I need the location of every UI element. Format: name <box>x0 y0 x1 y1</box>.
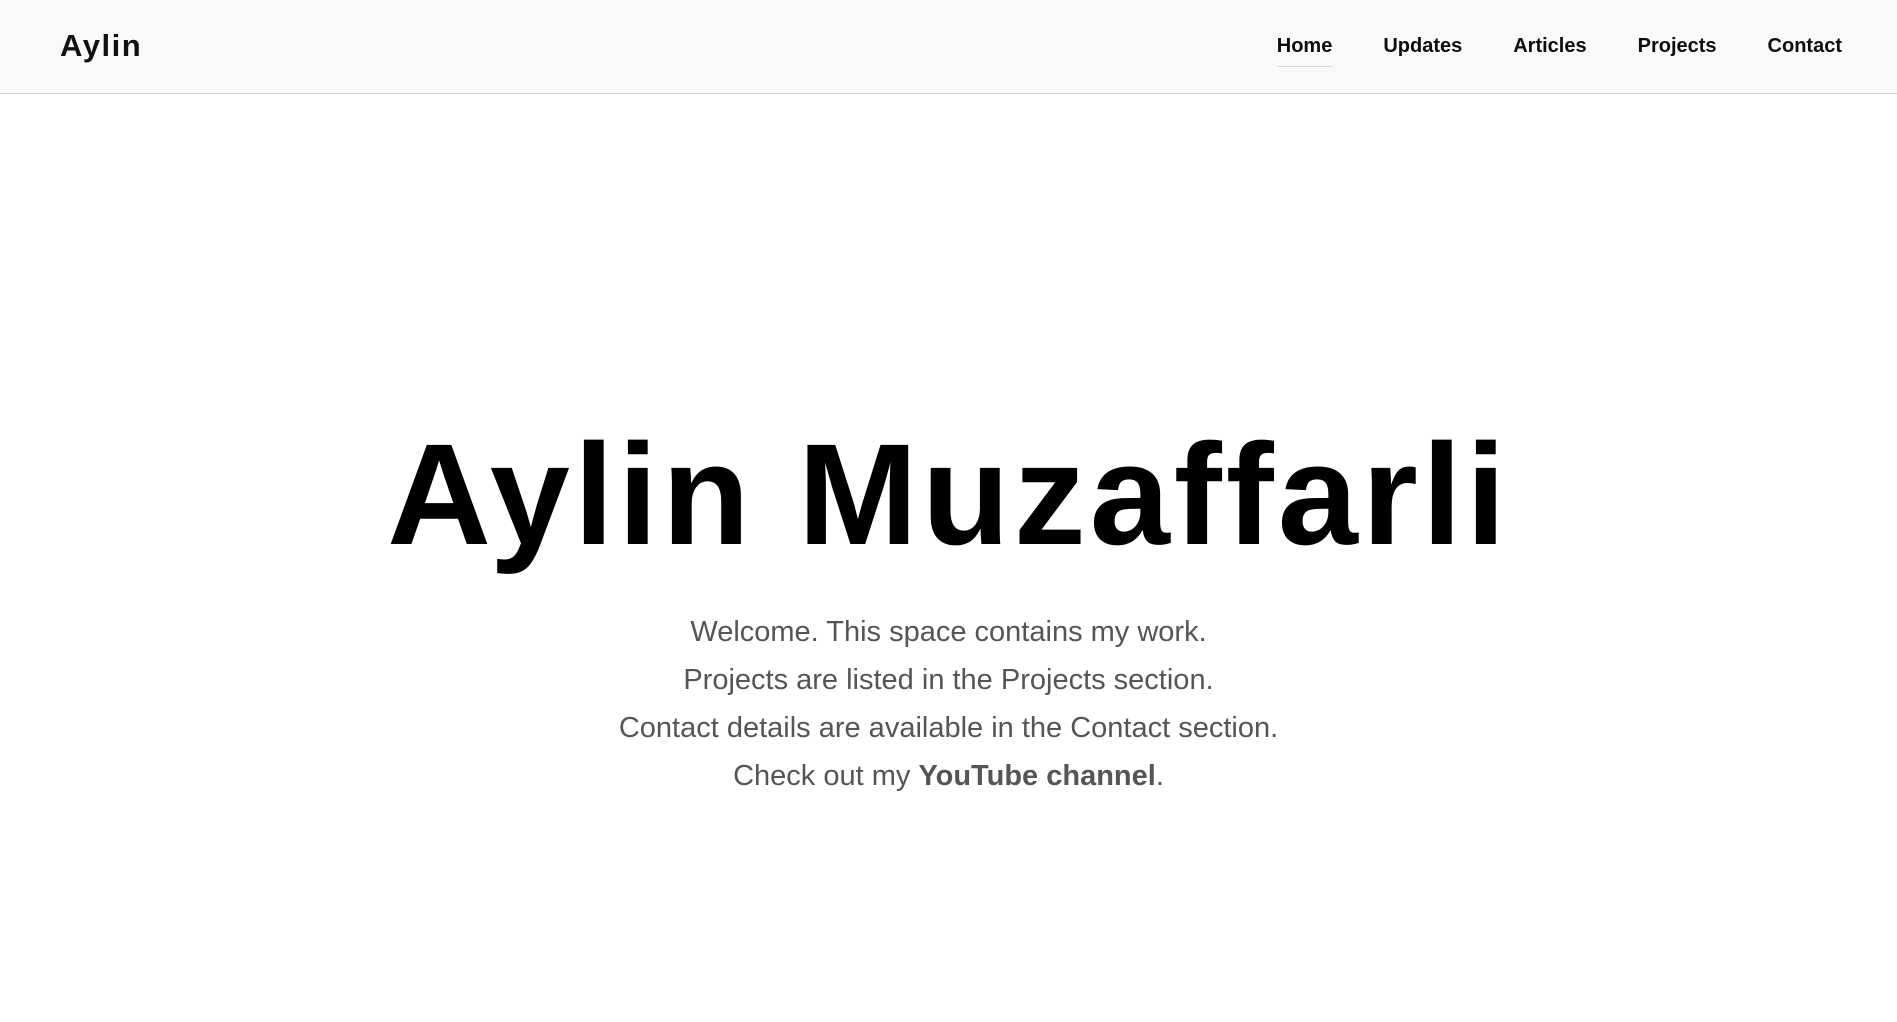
intro-line-projects: Projects are listed in the Projects sect… <box>683 664 1214 696</box>
nav-link-contact[interactable]: Contact <box>1768 34 1842 58</box>
intro-line-contact: Contact details are available in the Con… <box>618 712 1279 744</box>
site-header: Aylin Home Updates Articles Projects Con… <box>0 0 1897 94</box>
youtube-suffix-text: . <box>1155 760 1164 792</box>
main-nav: Home Updates Articles Projects Contact <box>1276 0 1842 92</box>
hero-title: Aylin Muzaffarli <box>387 414 1510 575</box>
nav-link-projects[interactable]: Projects <box>1638 34 1717 58</box>
nav-link-home[interactable]: Home <box>1276 34 1332 67</box>
nav-link-articles[interactable]: Articles <box>1513 34 1586 58</box>
youtube-prefix-text: Check out my <box>733 760 919 792</box>
brand-logo-link[interactable]: Aylin <box>60 0 142 92</box>
intro-line-youtube: Check out my YouTube channel. <box>619 752 1278 800</box>
intro-line-welcome: Welcome. This space contains my work. <box>690 616 1207 648</box>
hero-section: Aylin Muzaffarli Welcome. This space con… <box>0 94 1897 1022</box>
youtube-channel-link[interactable]: YouTube channel <box>918 760 1155 792</box>
nav-link-updates[interactable]: Updates <box>1383 34 1462 58</box>
intro-text: Welcome. This space contains my work. Pr… <box>619 608 1278 800</box>
